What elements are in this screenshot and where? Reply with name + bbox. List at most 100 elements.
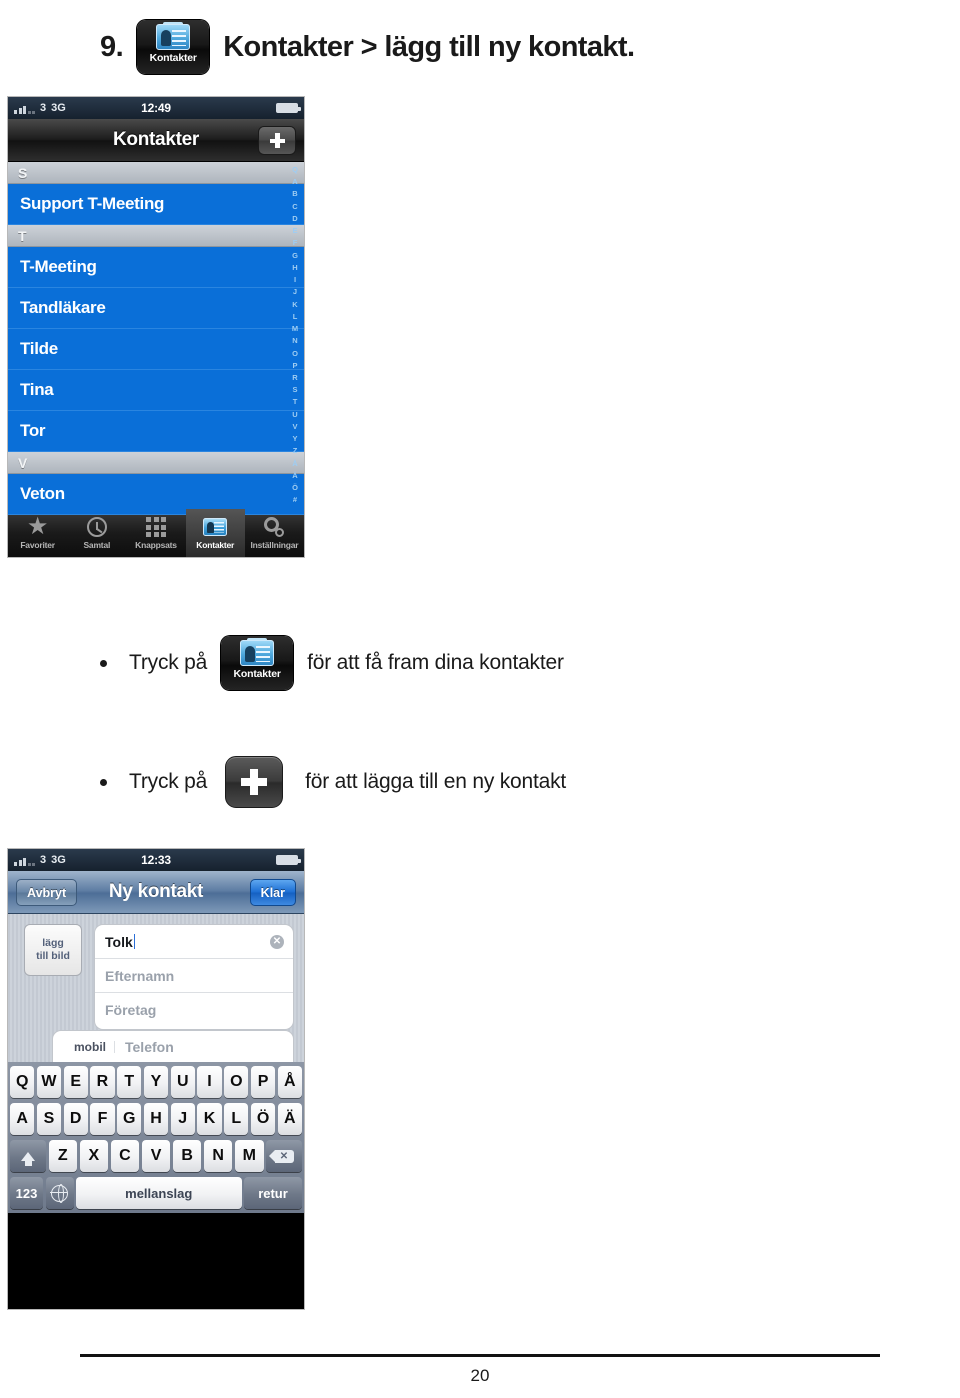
return-key[interactable]: retur	[244, 1177, 302, 1209]
keyboard-key[interactable]: Ö	[250, 1103, 276, 1135]
shift-key[interactable]	[10, 1140, 46, 1172]
plus-icon	[269, 133, 285, 148]
status-bar: 3 3G 12:49	[8, 97, 304, 119]
keyboard-key[interactable]: O	[224, 1066, 249, 1098]
numbers-key[interactable]: 123	[10, 1177, 43, 1209]
phone-number-field[interactable]: mobil Telefon	[52, 1030, 294, 1062]
backspace-icon: ✕	[268, 1149, 294, 1163]
tab-label: Favoriter	[20, 540, 55, 550]
contacts-nav-title: Kontakter	[113, 129, 199, 150]
keyboard-key[interactable]: H	[143, 1103, 169, 1135]
keyboard-key[interactable]: A	[10, 1103, 35, 1135]
keyboard-key[interactable]: K	[197, 1103, 222, 1135]
bullet-text-after: för att få fram dina kontakter	[307, 651, 564, 674]
status-bar-time: 12:49	[141, 101, 171, 115]
contact-row[interactable]: Tandläkare	[8, 288, 304, 329]
keyboard-row-4: 123 mellanslag retur	[10, 1177, 302, 1209]
keyboard-key[interactable]: I	[197, 1066, 222, 1098]
keyboard-key[interactable]: N	[203, 1140, 233, 1172]
keyboard-key[interactable]: Å	[277, 1066, 302, 1098]
keyboard-key[interactable]: L	[224, 1103, 249, 1135]
cancel-button[interactable]: Avbryt	[16, 879, 78, 906]
last-name-placeholder: Efternamn	[105, 967, 175, 984]
keyboard-key[interactable]: R	[90, 1066, 115, 1098]
keyboard-key[interactable]: X	[79, 1140, 109, 1172]
contacts-screenshot: 3 3G 12:49 Kontakter S Support T-Meeting…	[7, 96, 305, 558]
keyboard-key[interactable]: B	[172, 1140, 202, 1172]
contact-row[interactable]: Support T-Meeting	[8, 184, 304, 225]
keyboard-key[interactable]: G	[117, 1103, 142, 1135]
globe-icon	[50, 1183, 68, 1203]
tab-bar[interactable]: ★ Favoriter Samtal Knappsats Kontakter I…	[8, 508, 304, 557]
bullet-text-after: för att lägga till en ny kontakt	[305, 770, 567, 793]
contact-row[interactable]: Tilde	[8, 329, 304, 370]
contacts-card-icon	[203, 516, 228, 538]
keypad-icon	[146, 516, 166, 538]
contacts-list[interactable]: S Support T-Meeting T T-Meeting Tandläka…	[8, 162, 304, 515]
company-field[interactable]: Företag	[95, 993, 293, 1027]
page-number: 20	[470, 1366, 490, 1385]
section-header: V	[8, 452, 304, 474]
company-placeholder: Företag	[105, 1002, 157, 1018]
plus-icon	[241, 769, 268, 795]
globe-key[interactable]	[45, 1177, 74, 1209]
tab-label: Inställningar	[250, 540, 299, 550]
keyboard-row-2: ASDFGHJKLÖÄ	[10, 1103, 302, 1135]
tab-installningar[interactable]: Inställningar	[245, 509, 304, 557]
keyboard-key[interactable]: D	[63, 1103, 88, 1135]
keyboard-key[interactable]: T	[117, 1066, 142, 1098]
keyboard-key[interactable]: P	[250, 1066, 276, 1098]
on-screen-keyboard[interactable]: QWERTYUIOPÅ ASDFGHJKLÖÄ ZXCVBNM ✕ 123 me…	[8, 1062, 304, 1213]
first-name-value: Tolk	[105, 933, 133, 950]
kontakter-app-icon: Kontakter	[137, 20, 210, 74]
first-name-field[interactable]: Tolk ✕	[95, 925, 293, 959]
clear-text-icon[interactable]: ✕	[270, 934, 284, 949]
add-photo-button[interactable]: lägg till bild	[24, 924, 82, 976]
contacts-nav-bar: Kontakter	[8, 119, 304, 162]
backspace-key[interactable]: ✕	[266, 1140, 302, 1172]
keyboard-key[interactable]: Z	[48, 1140, 78, 1172]
contact-row[interactable]: T-Meeting	[8, 247, 304, 288]
add-photo-line2: till bild	[36, 950, 70, 962]
keyboard-key[interactable]: Ä	[277, 1103, 302, 1135]
keyboard-key[interactable]: V	[141, 1140, 171, 1172]
last-name-field[interactable]: Efternamn	[95, 959, 293, 993]
clock-icon	[86, 516, 107, 538]
keyboard-key[interactable]: W	[36, 1066, 62, 1098]
tab-knappsats[interactable]: Knappsats	[126, 509, 185, 557]
space-key[interactable]: mellanslag	[76, 1177, 242, 1209]
add-contact-button[interactable]	[258, 126, 296, 155]
new-contact-screenshot: 3 3G 12:33 Avbryt Ny kontakt Klar lägg t…	[7, 848, 305, 1310]
bullet-point	[100, 659, 107, 667]
bullet-item-contacts: Tryck på Kontakter för att få fram dina …	[100, 636, 564, 690]
keyboard-key[interactable]: E	[63, 1066, 88, 1098]
add-photo-line1: lägg	[42, 936, 64, 949]
star-icon: ★	[26, 513, 49, 540]
phone-label[interactable]: mobil	[53, 1040, 115, 1053]
tab-samtal[interactable]: Samtal	[67, 509, 126, 557]
status-bar-time: 12:33	[141, 853, 171, 867]
phone-field-wrapper: mobil Telefon	[8, 1030, 304, 1062]
keyboard-key[interactable]: F	[90, 1103, 115, 1135]
tab-favoriter[interactable]: ★ Favoriter	[8, 509, 67, 557]
tab-label: Kontakter	[196, 540, 235, 550]
tab-kontakter[interactable]: Kontakter	[185, 509, 245, 557]
contact-row[interactable]: Tina	[8, 370, 304, 411]
keyboard-key[interactable]: C	[110, 1140, 140, 1172]
done-button[interactable]: Klar	[249, 879, 296, 906]
contact-row[interactable]: Tor	[8, 411, 304, 452]
bullet-item-add-contact: Tryck på för att lägga till en ny kontak…	[100, 756, 566, 808]
shift-icon	[21, 1151, 35, 1166]
new-contact-nav-bar: Avbryt Ny kontakt Klar	[8, 871, 304, 914]
keyboard-key[interactable]: U	[170, 1066, 195, 1098]
battery-icon	[276, 103, 301, 113]
keyboard-key[interactable]: J	[170, 1103, 195, 1135]
section-header: S	[8, 162, 304, 184]
keyboard-key[interactable]: M	[234, 1140, 264, 1172]
section-header: T	[8, 225, 304, 247]
bullet-text-before: Tryck på	[129, 770, 208, 793]
plus-button-icon	[225, 756, 284, 808]
keyboard-key[interactable]: S	[36, 1103, 62, 1135]
keyboard-key[interactable]: Q	[10, 1066, 35, 1098]
keyboard-key[interactable]: Y	[143, 1066, 169, 1098]
